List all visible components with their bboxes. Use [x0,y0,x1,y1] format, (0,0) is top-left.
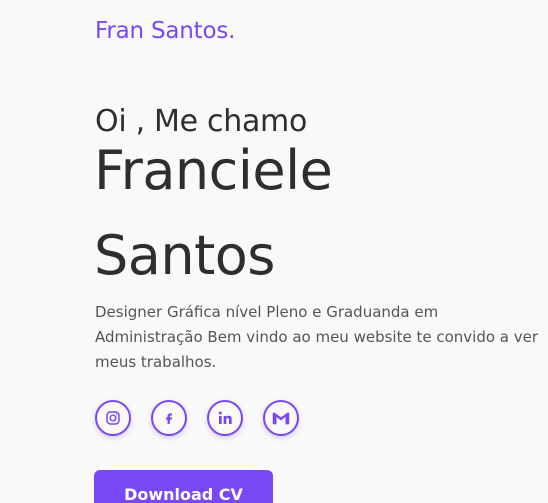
instagram-link[interactable] [95,400,131,436]
download-cv-button[interactable]: Download CV [94,470,273,503]
gmail-icon [272,411,290,425]
facebook-link[interactable] [151,400,187,436]
hero-first-name: Franciele [94,139,333,202]
hero-greeting: Oi , Me chamo [95,104,308,139]
instagram-icon [105,410,121,426]
page: Fran Santos. Oi , Me chamo Franciele San… [0,0,548,503]
linkedin-icon [217,410,233,426]
brand-logo[interactable]: Fran Santos. [95,18,235,44]
social-links [95,400,299,436]
hero-last-name: Santos [94,224,275,287]
hero-bio: Designer Gráfica nível Pleno e Graduanda… [95,303,539,371]
facebook-icon [162,410,176,426]
linkedin-link[interactable] [207,400,243,436]
gmail-link[interactable] [263,400,299,436]
